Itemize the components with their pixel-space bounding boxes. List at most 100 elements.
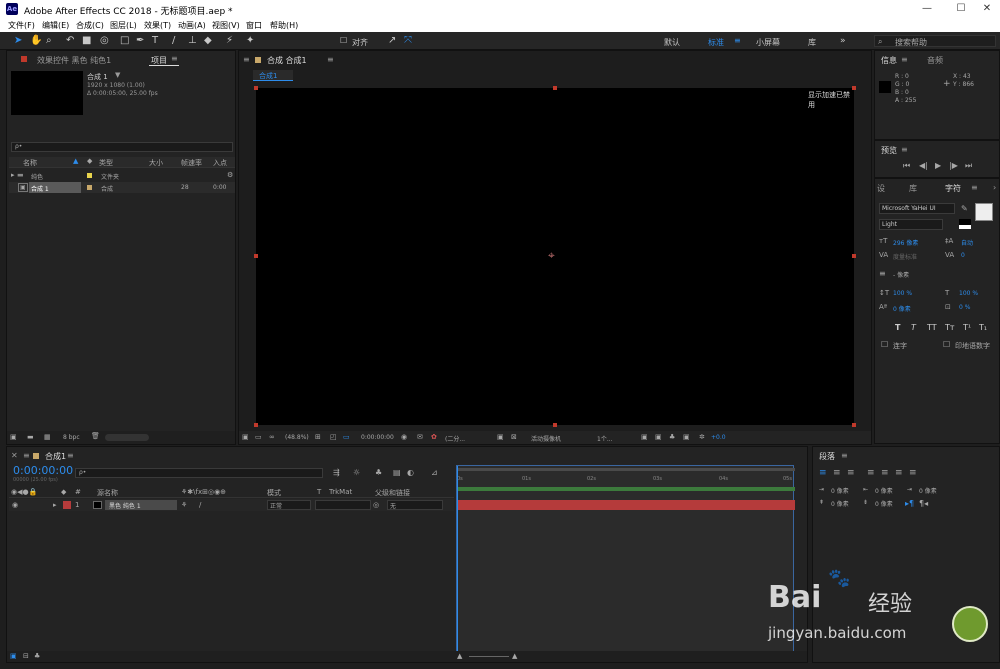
resolution[interactable]: (二分...	[445, 434, 465, 443]
tab-character[interactable]: 字符	[945, 183, 961, 194]
edge-handle[interactable]	[254, 254, 258, 258]
col-number[interactable]: #	[75, 488, 81, 496]
workspace-standard[interactable]: 标准	[708, 37, 724, 48]
panel-more-icon[interactable]: ›	[993, 183, 996, 192]
last-frame-icon[interactable]: ⏭	[965, 161, 972, 171]
hindi-digits-checkbox[interactable]: ☐	[943, 340, 950, 349]
selection-tool-icon[interactable]: ➤	[14, 35, 22, 46]
layer-label-color[interactable]	[63, 501, 71, 509]
panel-close-icon[interactable]: ≡	[243, 55, 250, 64]
kerning-value[interactable]: 度量标准	[893, 252, 917, 261]
work-area-bar[interactable]	[457, 468, 795, 471]
playhead[interactable]	[457, 466, 458, 656]
pan-behind-tool-icon[interactable]: ◎	[100, 35, 109, 46]
timeline-tab[interactable]: 合成1	[45, 451, 66, 462]
fill-color-swatch[interactable]	[975, 203, 993, 221]
always-preview-icon[interactable]: ▣	[242, 433, 249, 441]
video-visibility-icon[interactable]: ◉	[12, 501, 18, 509]
draft-3d-icon[interactable]: ☼	[353, 468, 360, 477]
camera-tool-icon[interactable]: ■	[82, 35, 91, 46]
sort-up-icon[interactable]: ▲	[73, 157, 78, 165]
baseline-shift-value[interactable]: 0 像素	[893, 304, 911, 313]
paragraph-menu-icon[interactable]: ≡	[841, 451, 848, 460]
menu-help[interactable]: 帮助(H)	[270, 20, 298, 31]
roto-brush-tool-icon[interactable]: ⚡	[226, 35, 233, 46]
small-caps-button[interactable]: Tт	[945, 323, 955, 332]
reset-exposure-icon[interactable]: ▣	[655, 433, 662, 441]
tab-library[interactable]: 库	[909, 183, 917, 194]
zoom-out-icon[interactable]: ▲	[457, 652, 462, 660]
quality-switch-icon[interactable]: /	[199, 501, 201, 509]
menu-effect[interactable]: 效果(T)	[144, 20, 171, 31]
zoom-in-icon[interactable]: ▲	[512, 652, 517, 660]
preview-menu-icon[interactable]: ≡	[901, 145, 908, 154]
vr-icon[interactable]: ∞	[269, 433, 275, 441]
vertical-scale-value[interactable]: 100 %	[893, 290, 912, 297]
snap-icon[interactable]: ↗	[388, 35, 396, 46]
thumbnail-slider[interactable]	[105, 434, 149, 441]
roi-icon[interactable]: ▣	[497, 433, 504, 441]
corner-handle[interactable]	[254, 423, 258, 427]
menu-file[interactable]: 文件(F)	[8, 20, 35, 31]
view-layout[interactable]: 1个...	[597, 434, 613, 443]
delete-icon[interactable]: 🗑	[91, 432, 100, 440]
align-right-icon[interactable]: ≡	[847, 468, 855, 478]
parent-select[interactable]: 无	[387, 500, 443, 510]
zoom-tool-icon[interactable]: ⌕	[46, 35, 52, 46]
brush-tool-icon[interactable]: /	[172, 35, 175, 46]
timeline-menu-icon[interactable]: ≡	[23, 451, 30, 460]
timeline-timecode[interactable]: 0:00:00:00	[13, 464, 73, 477]
workspace-library[interactable]: 库	[808, 37, 816, 48]
comp-mini-flowchart-icon[interactable]: ⇶	[333, 468, 340, 477]
motion-blur-icon[interactable]: ◐	[407, 468, 414, 477]
zoom-level[interactable]: (48.8%)	[285, 434, 309, 441]
stroke-width-value[interactable]: - 像素	[893, 270, 909, 279]
workspace-more-icon[interactable]: »	[840, 36, 846, 46]
justify-left-icon[interactable]: ≡	[867, 468, 875, 478]
indent-left-value[interactable]: 0 像素	[831, 486, 849, 495]
next-frame-icon[interactable]: |▶	[949, 161, 958, 170]
interpret-footage-icon[interactable]: ▣	[10, 433, 17, 441]
corner-handle[interactable]	[254, 86, 258, 90]
align-center-icon[interactable]: ≡	[833, 468, 841, 478]
flowchart-icon[interactable]: ♣	[669, 433, 675, 441]
rectangle-tool-icon[interactable]: □	[120, 35, 129, 46]
justify-all-icon[interactable]: ≡	[909, 468, 917, 478]
minimize-button[interactable]: —	[912, 2, 942, 16]
menu-view[interactable]: 视图(V)	[212, 20, 240, 31]
col-size[interactable]: 大小	[149, 158, 163, 168]
prev-frame-icon[interactable]: ◀|	[919, 161, 928, 170]
timeline-search-input[interactable]: ρ•	[75, 468, 323, 478]
zoom-slider[interactable]	[469, 656, 509, 657]
menu-window[interactable]: 窗口	[246, 20, 262, 31]
workspace-default[interactable]: 默认	[664, 37, 680, 48]
layer-expand-icon[interactable]: ▸	[53, 501, 57, 509]
ligatures-checkbox[interactable]: ☐	[881, 340, 888, 349]
corner-handle[interactable]	[852, 423, 856, 427]
hand-tool-icon[interactable]: ✋	[30, 35, 42, 46]
workspace-small-screen[interactable]: 小屏幕	[756, 37, 780, 48]
timeline-close-icon[interactable]: ✕	[11, 451, 18, 460]
blend-mode-select[interactable]: 正常	[267, 500, 311, 510]
rtl-direction-icon[interactable]: ¶◂	[919, 499, 928, 508]
leading-value[interactable]: 自动	[961, 238, 973, 247]
all-caps-button[interactable]: TT	[927, 323, 937, 332]
puppet-tool-icon[interactable]: ✦	[246, 35, 254, 46]
show-snapshot-icon[interactable]: ✉	[417, 433, 423, 441]
workspace-menu-icon[interactable]: ≡	[734, 36, 741, 45]
first-frame-icon[interactable]: ⏮	[903, 161, 910, 171]
align-left-icon[interactable]: ≡	[819, 468, 827, 478]
snap-options-icon[interactable]: ⤧	[404, 35, 412, 46]
rotate-tool-icon[interactable]: ↶	[66, 35, 74, 46]
new-folder-icon[interactable]: ▬	[27, 433, 34, 441]
timeline-tab-menu-icon[interactable]: ≡	[67, 451, 74, 460]
edge-handle[interactable]	[852, 254, 856, 258]
info-menu-icon[interactable]: ≡	[901, 55, 908, 64]
space-after-value[interactable]: 0 像素	[875, 499, 893, 508]
channel-icon[interactable]: ✿	[431, 433, 437, 441]
clone-stamp-tool-icon[interactable]: ⊥	[188, 35, 197, 46]
faux-bold-button[interactable]: T	[895, 323, 900, 332]
font-family-select[interactable]: Microsoft YaHei UI	[879, 203, 955, 214]
col-mode[interactable]: 模式	[267, 488, 281, 498]
justify-center-icon[interactable]: ≡	[881, 468, 889, 478]
